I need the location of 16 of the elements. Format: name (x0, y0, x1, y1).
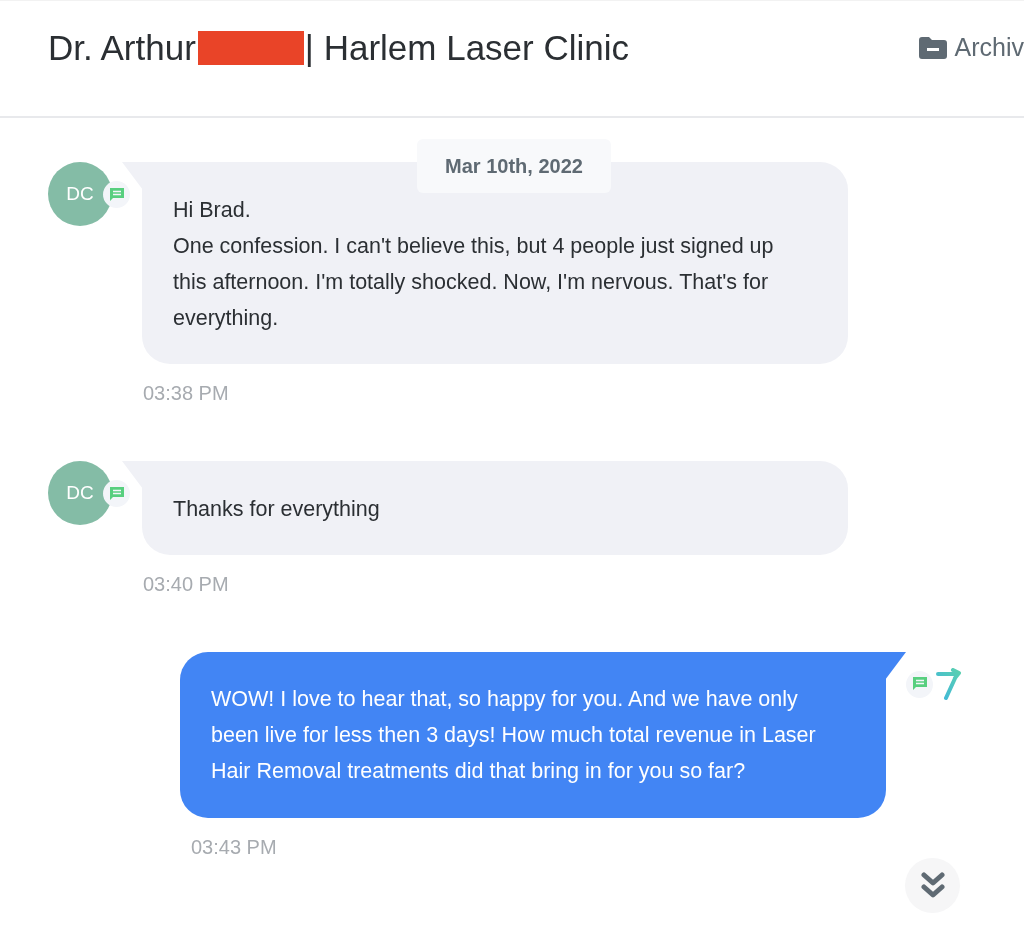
message-time: 03:40 PM (143, 573, 230, 596)
message-bubble: WOW! I love to hear that, so happy for you. And we have only been live for less then 3 days! How much total revenue in Laser Hair Removal treatments did that bring in for you so far? (180, 652, 906, 818)
message-time: 03:43 PM (191, 836, 278, 859)
message-bubble: Thanks for everything (122, 461, 848, 555)
contact-name: Dr. Arthur (48, 27, 196, 68)
logo-icon (936, 668, 962, 700)
message-time: 03:38 PM (143, 382, 230, 405)
avatar: DC (48, 461, 112, 525)
clinic-name: | Harlem Laser Clinic (304, 27, 629, 68)
chat-icon (108, 485, 125, 502)
double-chevron-down-icon (920, 871, 945, 900)
archive-button[interactable]: Archiv (918, 33, 1024, 62)
avatar: DC (48, 162, 112, 226)
chat-icon (911, 676, 928, 692)
folder-icon (918, 36, 947, 59)
chat-icon (108, 186, 125, 203)
